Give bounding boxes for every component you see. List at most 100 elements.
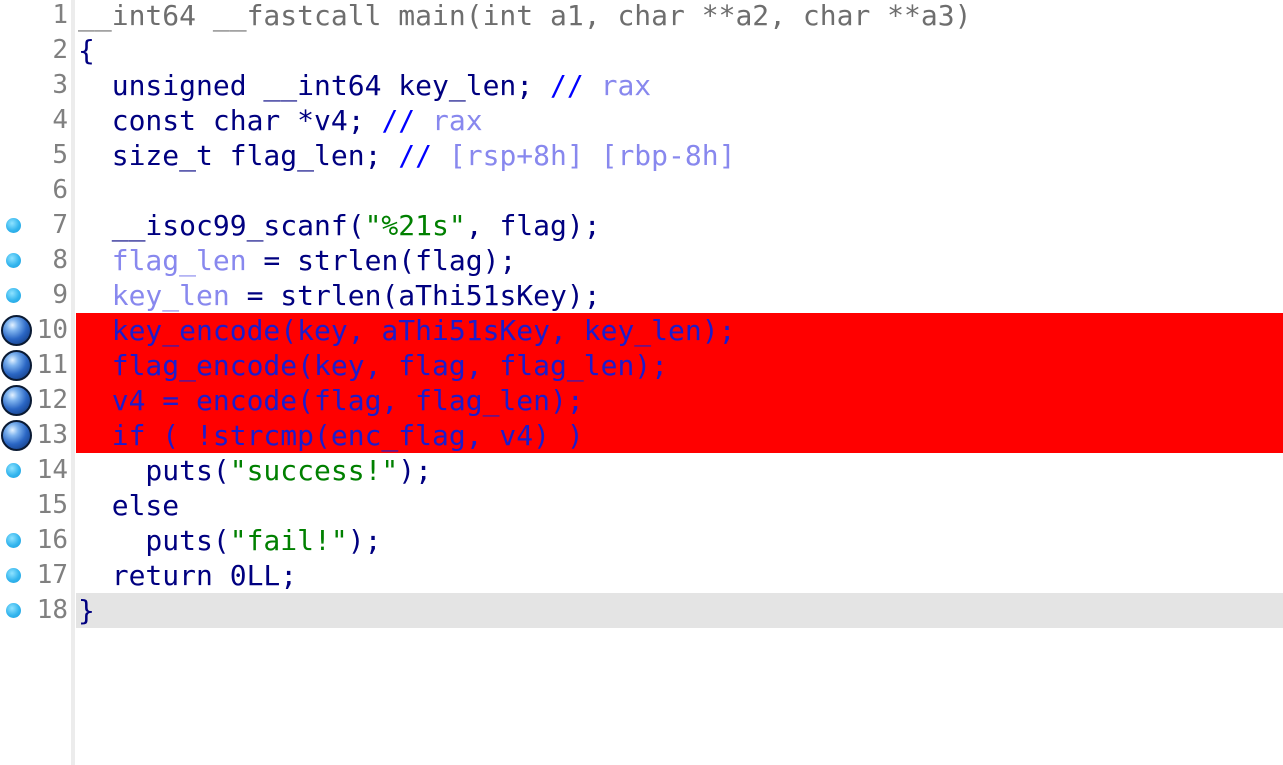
code-text: if ( !strcmp(enc_flag, v4) ) — [78, 418, 584, 453]
line-number: 18 — [36, 595, 68, 625]
string-literal: "fail!" — [229, 524, 348, 557]
line-number: 2 — [52, 35, 68, 65]
code-text: key_encode(key, aThi51sKey, key_len); — [78, 313, 736, 348]
code-text: else — [78, 488, 179, 523]
code-token: if ( !strcmp(enc_flag, v4) ) — [78, 419, 584, 452]
line-number: 11 — [36, 350, 68, 380]
code-text: __isoc99_scanf("%21s", flag); — [78, 208, 601, 243]
code-token: puts( — [78, 524, 230, 557]
line-number: 7 — [52, 210, 68, 240]
code-token: rax — [432, 104, 483, 137]
current-line-highlight — [76, 593, 1283, 628]
pseudocode-editor[interactable]: 1 __int64 __fastcall main(int a1, char **… — [0, 0, 1283, 765]
code-line[interactable]: 15 else — [0, 488, 1283, 523]
string-literal: "%21s" — [364, 209, 466, 242]
code-token: } — [78, 594, 95, 627]
line-number: 13 — [36, 420, 68, 450]
code-token: ); — [347, 524, 382, 557]
code-text: return 0LL; — [78, 558, 297, 593]
line-number: 15 — [36, 490, 68, 520]
code-token: // — [381, 104, 433, 137]
code-text: __int64 __fastcall main(int a1, char **a… — [78, 0, 971, 33]
code-token: unsigned __int64 key_len; — [78, 69, 551, 102]
code-text: size_t flag_len; // [rsp+8h] [rbp-8h] — [78, 138, 736, 173]
executable-line-dot-icon[interactable] — [6, 463, 21, 478]
string-literal: "success!" — [229, 454, 399, 487]
code-line[interactable]: 3 unsigned __int64 key_len; // rax — [0, 68, 1283, 103]
line-number: 10 — [36, 315, 68, 345]
code-text: const char *v4; // rax — [78, 103, 483, 138]
line-number: 16 — [36, 525, 68, 555]
code-line[interactable]: 11 flag_encode(key, flag, flag_len); — [0, 348, 1283, 383]
executable-line-dot-icon[interactable] — [6, 218, 21, 233]
line-number: 9 — [52, 280, 68, 310]
code-line[interactable]: 14 puts("success!"); — [0, 453, 1283, 488]
code-line[interactable]: 8 flag_len = strlen(flag); — [0, 243, 1283, 278]
code-token: = strlen(aThi51sKey); — [229, 279, 601, 312]
line-number: 3 — [52, 70, 68, 100]
code-token: rax — [600, 69, 652, 102]
executable-line-dot-icon[interactable] — [6, 253, 21, 268]
code-text: v4 = encode(flag, flag_len); — [78, 383, 584, 418]
code-token: flag_encode(key, flag, flag_len); — [78, 349, 669, 382]
code-text: puts("success!"); — [78, 453, 432, 488]
code-token: , — [465, 209, 500, 242]
code-line[interactable]: 9 key_len = strlen(aThi51sKey); — [0, 278, 1283, 313]
code-token: const char *v4; — [78, 104, 382, 137]
code-text: puts("fail!"); — [78, 523, 381, 558]
executable-line-dot-icon[interactable] — [6, 603, 21, 618]
code-text: } — [78, 593, 95, 628]
code-text: { — [78, 33, 95, 68]
executable-line-dot-icon[interactable] — [6, 288, 21, 303]
code-token: __isoc99_scanf( — [78, 209, 365, 242]
line-background — [76, 33, 1283, 68]
code-token: = strlen(flag); — [246, 244, 517, 277]
code-line[interactable]: 10 key_encode(key, aThi51sKey, key_len); — [0, 313, 1283, 348]
line-number: 8 — [52, 245, 68, 275]
line-number: 5 — [52, 140, 68, 170]
code-text: key_len = strlen(aThi51sKey); — [78, 278, 601, 313]
code-token: key_len — [111, 279, 230, 312]
line-number: 12 — [36, 385, 68, 415]
code-line[interactable]: 1 __int64 __fastcall main(int a1, char **… — [0, 0, 1283, 33]
code-text: flag_len = strlen(flag); — [78, 243, 517, 278]
code-token: size_t flag_len; — [78, 139, 399, 172]
code-text: flag_encode(key, flag, flag_len); — [78, 348, 668, 383]
code-text: unsigned __int64 key_len; // rax — [78, 68, 651, 103]
code-line[interactable]: 16 puts("fail!"); — [0, 523, 1283, 558]
line-background — [76, 488, 1283, 523]
code-line[interactable]: 7 __isoc99_scanf("%21s", flag); — [0, 208, 1283, 243]
code-line[interactable]: 18} — [0, 593, 1283, 628]
code-line[interactable]: 13 if ( !strcmp(enc_flag, v4) ) — [0, 418, 1283, 453]
code-token: else — [78, 489, 180, 522]
code-token: key_encode(key, aThi51sKey, key_len); — [78, 314, 736, 347]
code-line[interactable]: 17 return 0LL; — [0, 558, 1283, 593]
code-token: puts( — [78, 454, 230, 487]
code-token: __int64 __fastcall main(int a1, char **a… — [78, 0, 972, 32]
code-token: return 0LL; — [78, 559, 298, 592]
code-token: { — [78, 34, 95, 67]
code-token: v4 = encode(flag, flag_len); — [78, 384, 584, 417]
code-token: ); — [566, 209, 601, 242]
code-line[interactable]: 5 size_t flag_len; // [rsp+8h] [rbp-8h] — [0, 138, 1283, 173]
code-token: [rsp+8h] [rbp-8h] — [448, 139, 736, 172]
code-token: // — [398, 139, 449, 172]
code-line[interactable]: 2{ — [0, 33, 1283, 68]
line-background — [76, 173, 1283, 208]
line-number: 17 — [36, 560, 68, 590]
code-line[interactable]: 12 v4 = encode(flag, flag_len); — [0, 383, 1283, 418]
code-token: flag_len — [111, 244, 247, 277]
code-token: flag — [499, 209, 567, 242]
line-number: 4 — [52, 105, 68, 135]
code-token: ); — [398, 454, 433, 487]
line-number: 14 — [36, 455, 68, 485]
code-line[interactable]: 4 const char *v4; // rax — [0, 103, 1283, 138]
code-token: // — [550, 69, 601, 102]
code-line[interactable]: 6 — [0, 173, 1283, 208]
line-number: 6 — [52, 175, 68, 205]
line-number: 1 — [52, 0, 68, 30]
executable-line-dot-icon[interactable] — [6, 568, 21, 583]
executable-line-dot-icon[interactable] — [6, 533, 21, 548]
